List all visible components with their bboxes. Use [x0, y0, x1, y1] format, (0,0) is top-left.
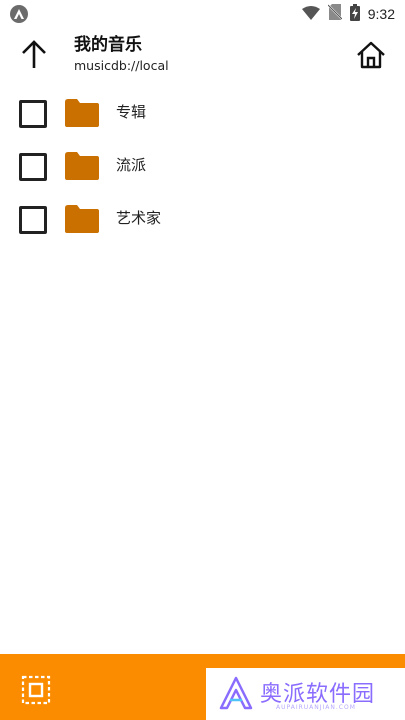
navigate-up-button[interactable]	[14, 38, 54, 72]
list-item-genres[interactable]: 流派	[0, 139, 405, 192]
folder-list: 专辑 流派 艺术家	[0, 86, 405, 245]
page-path: musicdb://local	[74, 58, 169, 73]
watermark: 奥派软件园 AUPAIRUANJIAN.COM	[206, 668, 405, 720]
status-time: 9:32	[367, 6, 395, 22]
select-all-button[interactable]	[20, 674, 52, 706]
checkbox[interactable]	[19, 153, 47, 181]
home-button[interactable]	[354, 38, 388, 72]
status-bar: 9:32	[0, 0, 405, 28]
no-sim-icon	[327, 4, 343, 24]
page-title: 我的音乐	[74, 35, 142, 55]
select-all-icon	[21, 675, 51, 705]
title-block: 我的音乐 musicdb://local	[74, 34, 169, 74]
watermark-url: AUPAIRUANJIAN.COM	[276, 704, 356, 711]
status-icons: 9:32	[301, 3, 395, 25]
folder-icon	[65, 99, 99, 127]
list-item-label: 流派	[116, 156, 147, 174]
list-item-label: 专辑	[116, 103, 147, 121]
app-notification-icon	[10, 5, 28, 23]
folder-icon	[65, 205, 99, 233]
folder-icon	[65, 152, 99, 180]
watermark-logo-icon	[219, 676, 253, 710]
bottom-action-bar: 奥派软件园 AUPAIRUANJIAN.COM	[0, 654, 405, 720]
home-icon	[357, 41, 385, 69]
arrow-up-icon	[22, 40, 46, 68]
list-item-artists[interactable]: 艺术家	[0, 192, 405, 245]
toolbar: 我的音乐 musicdb://local	[0, 28, 405, 84]
checkbox[interactable]	[19, 100, 47, 128]
list-item-albums[interactable]: 专辑	[0, 86, 405, 139]
battery-icon	[349, 3, 360, 25]
list-item-label: 艺术家	[116, 209, 162, 227]
checkbox[interactable]	[19, 206, 47, 234]
wifi-icon	[301, 5, 320, 24]
